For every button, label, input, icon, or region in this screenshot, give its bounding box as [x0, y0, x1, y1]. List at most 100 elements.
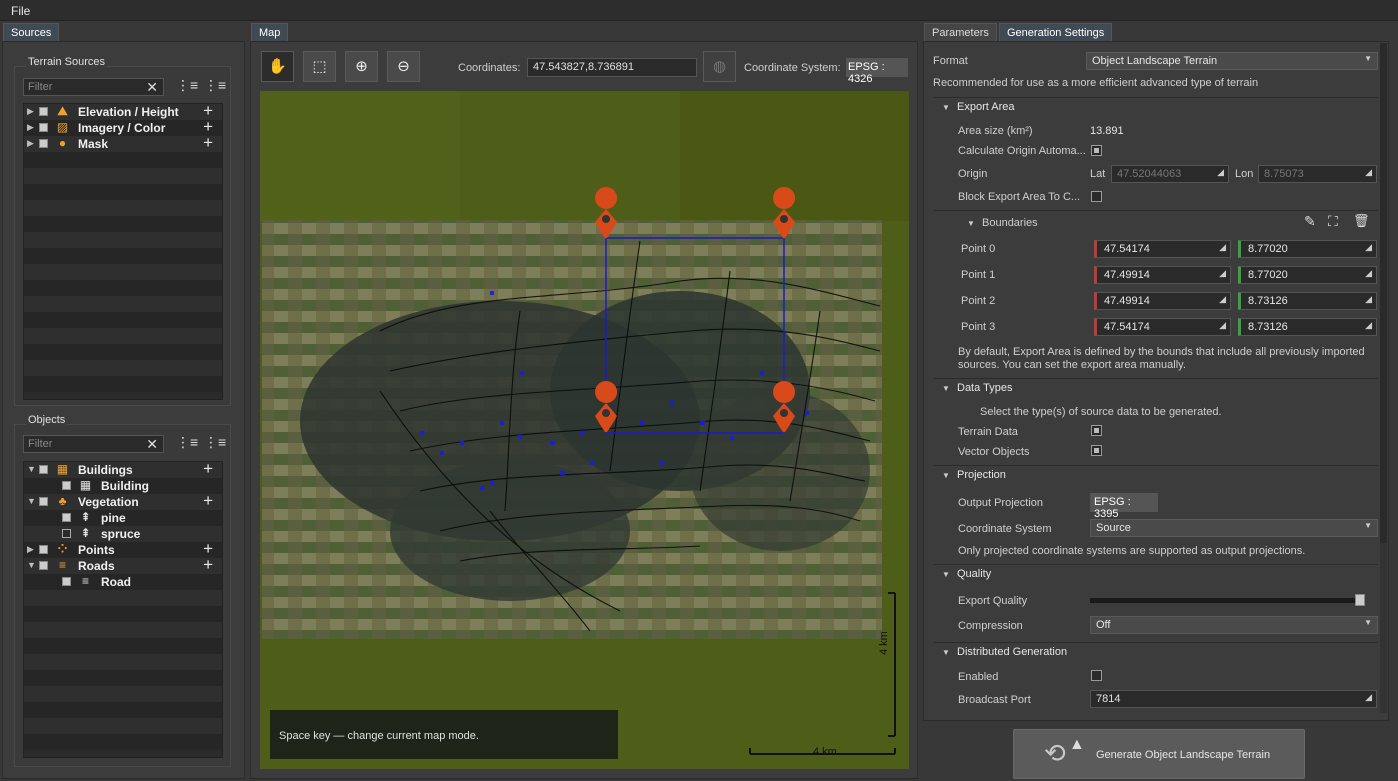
map-canvas[interactable]	[260, 91, 909, 769]
boundary-lat-field[interactable]: 47.54174 ◢	[1094, 318, 1231, 336]
terrain-source-row[interactable]: ▶ ● Mask +	[24, 133, 222, 153]
boundary-lon-field[interactable]: 8.73126 ◢	[1238, 318, 1377, 336]
object-row[interactable]: ≡ Road	[24, 574, 222, 590]
distributed-enabled-checkbox[interactable]	[1091, 670, 1102, 681]
collapse-arrow-icon[interactable]: ▼	[27, 560, 36, 570]
boundary-lon-field[interactable]: 8.77020 ◢	[1238, 266, 1377, 284]
tab-map[interactable]: Map	[251, 23, 289, 41]
clear-filter-icon[interactable]: ✕	[146, 79, 158, 96]
visibility-checkbox[interactable]	[62, 481, 71, 490]
scrollbar-thumb[interactable]	[1380, 43, 1387, 543]
projection-title: Projection	[957, 469, 1006, 481]
terrain-source-row[interactable]: ▶ ⛰ Elevation / Height +	[24, 104, 222, 120]
output-projection-value[interactable]: EPSG : 3395	[1090, 493, 1158, 520]
collapse-arrow-icon[interactable]: ▼	[967, 219, 975, 228]
collapse-arrow-icon: ▼	[942, 103, 950, 112]
object-row[interactable]: ▶ ⁘ Points +	[24, 539, 222, 558]
visibility-checkbox[interactable]	[39, 465, 48, 474]
coordinates-field[interactable]: 47.543827,8.736891	[527, 58, 697, 77]
format-select[interactable]: Object Landscape Terrain ▼	[1086, 52, 1378, 70]
vector-objects-checkbox[interactable]	[1091, 445, 1102, 456]
collapse-all-icon[interactable]: ⋮≡	[204, 434, 226, 451]
visibility-checkbox[interactable]	[39, 139, 48, 148]
boundary-lon-field[interactable]: 8.73126 ◢	[1238, 292, 1377, 310]
object-row[interactable]: ⇞ spruce	[24, 526, 222, 542]
boundary-lon-field[interactable]: 8.77020 ◢	[1238, 240, 1377, 258]
object-row[interactable]: ▼ ▦ Buildings +	[24, 462, 222, 478]
settings-scrollbar[interactable]	[1380, 43, 1387, 713]
tab-parameters[interactable]: Parameters	[924, 23, 997, 41]
object-row[interactable]: ▼ ≡ Roads +	[24, 555, 222, 575]
empty-row	[24, 264, 222, 280]
objects-filter-input[interactable]: Filter ✕	[23, 435, 164, 453]
origin-lon-field[interactable]: 8.75073 ◢	[1258, 165, 1377, 183]
clear-filter-icon[interactable]: ✕	[146, 436, 158, 453]
add-icon[interactable]: +	[203, 462, 213, 479]
empty-row	[24, 248, 222, 264]
visibility-checkbox[interactable]	[39, 561, 48, 570]
terrain-source-row[interactable]: ▶ ▨ Imagery / Color +	[24, 117, 222, 136]
tab-sources[interactable]: Sources	[3, 23, 60, 41]
object-row[interactable]: ⇞ pine	[24, 510, 222, 526]
terrain-filter-input[interactable]: Filter ✕	[23, 78, 164, 96]
expand-arrow-icon[interactable]: ▶	[27, 544, 34, 555]
object-row[interactable]: ▼ ♣ Vegetation +	[24, 491, 222, 511]
spruce-icon: ⇞	[80, 526, 91, 540]
collapse-arrow-icon[interactable]: ▼	[27, 464, 36, 474]
visibility-checkbox[interactable]	[39, 497, 48, 506]
data-types-section[interactable]: ▼ Data Types	[933, 378, 1378, 399]
tab-generation-settings[interactable]: Generation Settings	[999, 23, 1113, 41]
expand-arrow-icon[interactable]: ▶	[27, 122, 34, 133]
visibility-checkbox[interactable]	[62, 577, 71, 586]
add-icon[interactable]: +	[203, 133, 213, 153]
distributed-section[interactable]: ▼ Distributed Generation	[933, 642, 1378, 663]
block-export-label: Block Export Area To C...	[958, 191, 1081, 203]
resize-icon: ◢	[1219, 320, 1226, 330]
globe-button[interactable]: ◍	[703, 51, 736, 82]
object-row[interactable]: ▦ Building	[24, 478, 222, 494]
origin-lat-field[interactable]: 47.52044063 ◢	[1111, 165, 1229, 183]
quality-section[interactable]: ▼ Quality	[933, 564, 1378, 585]
coordinate-system-value[interactable]: EPSG : 4326	[846, 58, 908, 85]
calc-origin-checkbox[interactable]	[1091, 145, 1102, 156]
bounding-box-icon[interactable]: ⛶	[1328, 213, 1338, 230]
visibility-checkbox[interactable]	[62, 529, 71, 538]
compression-select[interactable]: Off ▼	[1090, 616, 1378, 634]
visibility-checkbox[interactable]	[39, 545, 48, 554]
empty-row	[24, 670, 222, 686]
menu-file[interactable]: File	[11, 4, 30, 18]
boundary-lat-field[interactable]: 47.49914 ◢	[1094, 266, 1231, 284]
projection-section[interactable]: ▼ Projection	[933, 465, 1378, 486]
visibility-checkbox[interactable]	[39, 123, 48, 132]
expand-arrow-icon[interactable]: ▶	[27, 106, 34, 117]
expand-arrow-icon[interactable]: ▶	[27, 138, 34, 149]
boundary-lat-value: 47.49914	[1104, 269, 1150, 281]
expand-all-icon[interactable]: ⋮≡	[176, 77, 198, 94]
pan-tool-button[interactable]: ✋	[261, 51, 294, 82]
expand-all-icon[interactable]: ⋮≡	[176, 434, 198, 451]
boundary-lat-field[interactable]: 47.54174 ◢	[1094, 240, 1231, 258]
export-area-note: By default, Export Area is defined by th…	[958, 346, 1365, 371]
trash-icon[interactable]: 🗑	[1353, 213, 1370, 229]
collapse-arrow-icon[interactable]: ▼	[27, 496, 36, 506]
coordinate-system-select[interactable]: Source ▼	[1090, 519, 1378, 537]
zoom-in-button[interactable]: ⊕	[345, 51, 378, 82]
terrain-data-checkbox[interactable]	[1091, 425, 1102, 436]
visibility-checkbox[interactable]	[39, 107, 48, 116]
export-quality-slider[interactable]	[1090, 594, 1365, 606]
coordinate-system-label: Coordinate System:	[744, 62, 841, 74]
broadcast-port-field[interactable]: 7814 ◢	[1090, 690, 1377, 708]
export-area-section[interactable]: ▼ Export Area	[933, 97, 1378, 118]
select-tool-button[interactable]: ⬚	[303, 51, 336, 82]
empty-row	[24, 280, 222, 296]
slider-handle[interactable]	[1355, 594, 1365, 606]
block-export-checkbox[interactable]	[1091, 191, 1102, 202]
zoom-out-button[interactable]: ⊖	[387, 51, 420, 82]
generate-button[interactable]: ⟲ ▲ Generate Object Landscape Terrain	[1013, 729, 1305, 779]
visibility-checkbox[interactable]	[62, 513, 71, 522]
boundary-lat-field[interactable]: 47.49914 ◢	[1094, 292, 1231, 310]
add-icon[interactable]: +	[203, 491, 213, 511]
edit-icon[interactable]: ✎	[1304, 213, 1316, 230]
collapse-all-icon[interactable]: ⋮≡	[204, 77, 226, 94]
add-icon[interactable]: +	[203, 555, 213, 575]
